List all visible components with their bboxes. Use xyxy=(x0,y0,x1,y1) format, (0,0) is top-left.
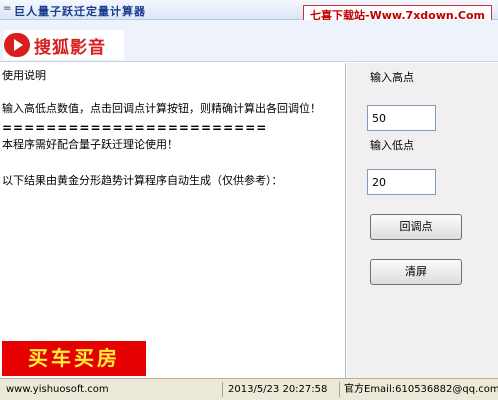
high-point-label: 输入高点 xyxy=(370,71,414,84)
instruction-line: 以下结果由黄金分形趋势计算程序自动生成（仅供参考）： xyxy=(2,174,283,187)
banner: 搜狐影音 xyxy=(0,20,498,62)
low-point-label: 输入低点 xyxy=(370,139,414,152)
status-bar: www.yishuosoft.com 2013/5/23 20:27:58 官方… xyxy=(0,378,498,400)
ad-banner[interactable]: 买车买房 xyxy=(2,341,146,376)
status-divider xyxy=(339,382,340,397)
status-divider xyxy=(222,382,223,397)
window-title: 巨人量子跃迁定量计算器 xyxy=(14,5,146,18)
status-datetime: 2013/5/23 20:27:58 xyxy=(228,384,328,395)
play-icon xyxy=(4,33,30,57)
instruction-line: 本程序需好配合量子跃迁理论使用！ xyxy=(2,138,178,151)
high-point-input[interactable] xyxy=(367,105,436,131)
instruction-line: 输入高低点数值，点击回调点计算按钮，则精确计算出各回调位！ xyxy=(2,102,321,115)
clear-screen-button[interactable]: 清屏 xyxy=(370,259,462,285)
calculate-retracement-button[interactable]: 回调点 xyxy=(370,214,462,240)
result-separator: ======================== xyxy=(2,121,268,135)
status-website: www.yishuosoft.com xyxy=(6,384,109,395)
input-panel: 输入高点 输入低点 回调点 清屏 xyxy=(347,63,498,378)
sohu-video-logo[interactable]: 搜狐影音 xyxy=(4,30,124,60)
instructions: 输入高低点数值，点击回调点计算按钮，则精确计算出各回调位！ 本程序需好配合量子跃… xyxy=(2,79,342,211)
app-icon[interactable]: = xyxy=(3,3,11,14)
status-email: 官方Email:610536882@qq.com xyxy=(344,384,498,395)
logo-text: 搜狐影音 xyxy=(34,37,106,58)
output-panel[interactable]: 使用说明 输入高低点数值，点击回调点计算按钮，则精确计算出各回调位！ 本程序需好… xyxy=(0,63,346,378)
low-point-input[interactable] xyxy=(367,169,436,195)
